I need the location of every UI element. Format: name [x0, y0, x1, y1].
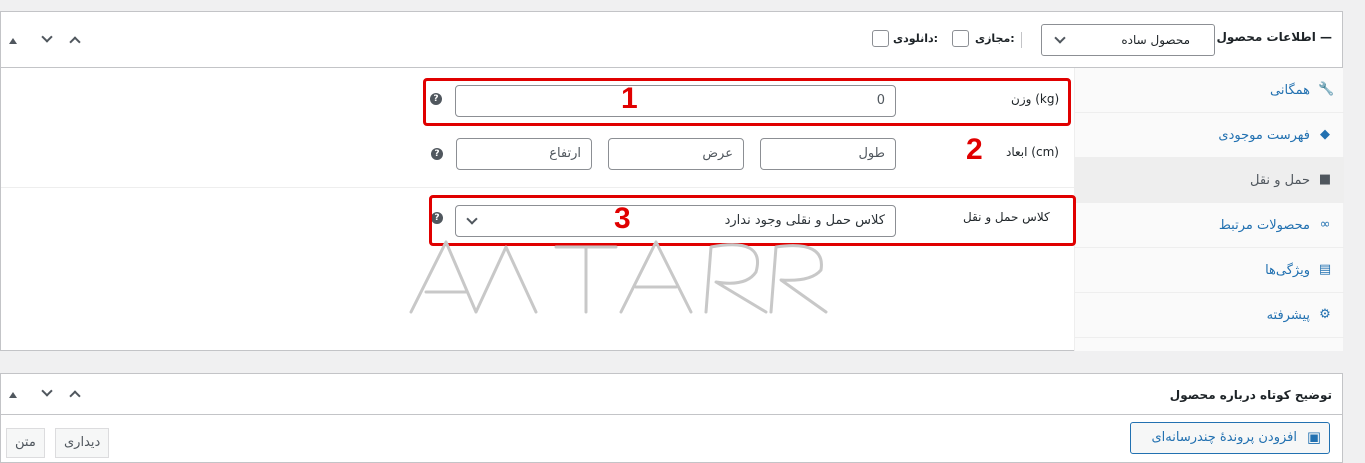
panel-header: توضیح کوتاه درباره محصول — [1, 374, 1342, 415]
tab-advanced[interactable]: ⚙ پیشرفته — [1075, 293, 1344, 338]
annotation-number-3: 3 — [614, 202, 631, 235]
tab-general[interactable]: 🔧 همگانی — [1075, 68, 1344, 113]
tab-linked-products[interactable]: ∞ محصولات مرتبط — [1075, 203, 1344, 248]
divider — [1021, 32, 1022, 48]
wrench-icon: 🔧 — [1318, 82, 1335, 97]
tab-inventory[interactable]: ◆ فهرست موجودی — [1075, 113, 1344, 158]
downloadable-checkbox[interactable] — [872, 30, 889, 47]
panel-header: اطلاعات محصول — محصول ساده مجازی: دانلود… — [1, 12, 1342, 68]
downloadable-label: دانلودی: — [893, 32, 939, 45]
height-input[interactable]: ارتفاع — [456, 138, 592, 170]
length-placeholder: طول — [858, 146, 885, 161]
chevron-up-icon — [69, 390, 81, 402]
tab-shipping[interactable]: ■ حمل و نقل — [1075, 158, 1344, 203]
tab-label: حمل و نقل — [1250, 173, 1310, 188]
product-data-panel: اطلاعات محصول — محصول ساده مجازی: دانلود… — [0, 11, 1344, 351]
tab-label: پیشرفته — [1266, 308, 1310, 323]
length-input[interactable]: طول — [760, 138, 896, 170]
move-up-button[interactable] — [67, 386, 83, 402]
tab-label: ویژگی‌ها — [1265, 263, 1310, 278]
divider — [1, 187, 1074, 188]
list-icon: ▤ — [1318, 262, 1332, 277]
virtual-checkbox[interactable] — [952, 30, 969, 47]
add-media-label: افزودن پروندهٔ چندرسانه‌ای — [1151, 430, 1298, 445]
annotation-number-1: 1 — [621, 82, 638, 115]
height-placeholder: ارتفاع — [549, 146, 581, 161]
product-tabs: 🔧 همگانی ◆ فهرست موجودی ■ حمل و نقل ∞ مح… — [1074, 68, 1344, 351]
dimensions-label: ابعاد (cm) — [1006, 145, 1059, 159]
virtual-label: مجازی: — [975, 32, 1015, 45]
panel-title: توضیح کوتاه درباره محصول — [1169, 388, 1332, 402]
chevron-up-icon — [69, 36, 81, 48]
width-input[interactable]: عرض — [608, 138, 744, 170]
product-type-select[interactable]: محصول ساده — [1041, 24, 1215, 56]
toggle-panel-icon[interactable] — [9, 392, 17, 398]
tab-label: محصولات مرتبط — [1218, 218, 1310, 233]
annotation-box-1 — [423, 78, 1071, 126]
gear-icon: ⚙ — [1319, 307, 1331, 322]
chevron-down-icon — [1054, 32, 1066, 44]
media-icon: ▣ — [1306, 428, 1321, 446]
tab-visual[interactable]: دیداری — [55, 428, 110, 458]
product-type-value: محصول ساده — [1121, 33, 1190, 47]
add-media-button[interactable]: ▣ افزودن پروندهٔ چندرسانه‌ای — [1130, 422, 1330, 454]
truck-icon: ■ — [1318, 172, 1332, 187]
chevron-down-icon — [41, 385, 53, 397]
tag-icon: ◆ — [1320, 127, 1330, 142]
move-up-button[interactable] — [67, 32, 83, 48]
panel-title: اطلاعات محصول — — [1216, 30, 1333, 44]
tab-attributes[interactable]: ▤ ویژگی‌ها — [1075, 248, 1344, 293]
toggle-panel-icon[interactable] — [9, 38, 17, 44]
chevron-down-icon — [41, 31, 53, 43]
help-icon: ? — [431, 148, 443, 160]
move-down-button[interactable] — [39, 31, 55, 48]
tab-label: همگانی — [1270, 83, 1310, 98]
watermark-logo — [409, 240, 828, 314]
annotation-number-2: 2 — [966, 133, 983, 166]
tab-text[interactable]: متن — [6, 428, 45, 458]
link-icon: ∞ — [1319, 217, 1331, 232]
move-down-button[interactable] — [39, 385, 55, 402]
tab-label: فهرست موجودی — [1218, 128, 1310, 143]
width-placeholder: عرض — [702, 146, 733, 161]
